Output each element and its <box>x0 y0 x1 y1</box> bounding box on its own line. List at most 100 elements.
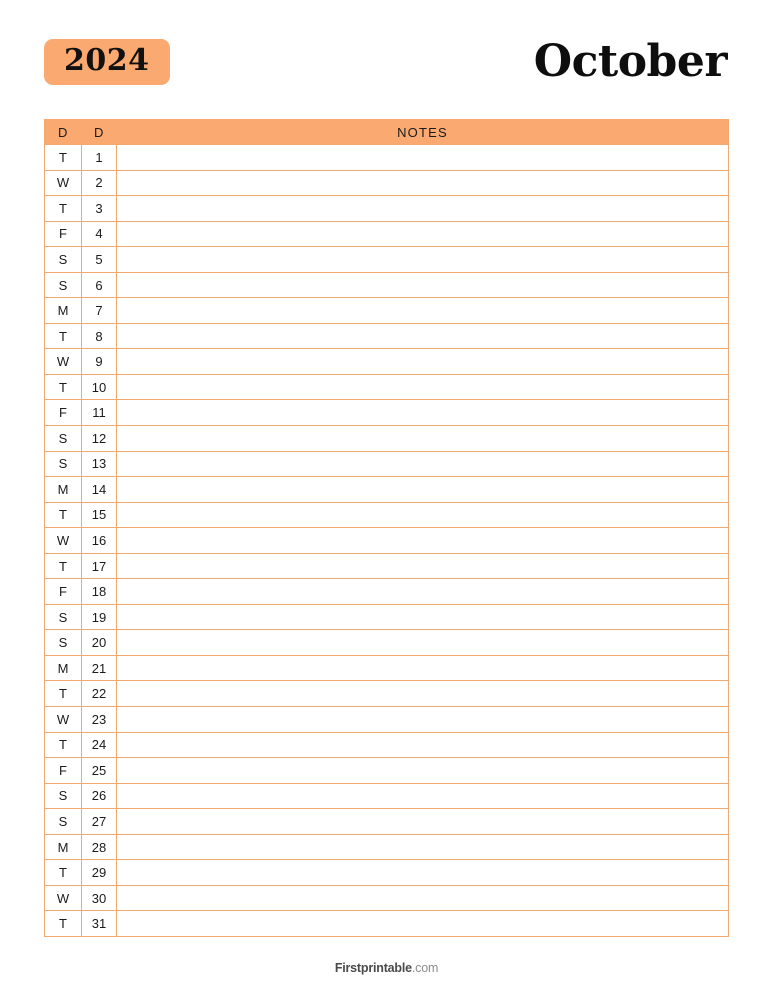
cell-day-of-week: T <box>45 860 82 885</box>
table-row: W2 <box>45 170 728 197</box>
page-header: 2024 October <box>44 34 729 90</box>
cell-notes[interactable] <box>117 579 728 604</box>
cell-day-of-week: M <box>45 477 82 502</box>
cell-date: 19 <box>82 604 117 630</box>
cell-notes[interactable] <box>117 171 728 196</box>
cell-notes[interactable] <box>117 630 728 655</box>
column-header-notes: NOTES <box>397 124 448 140</box>
cell-notes[interactable] <box>117 375 728 400</box>
cell-date: 6 <box>82 272 117 298</box>
table-row: M 28 <box>45 834 728 861</box>
cell-day-of-week: W <box>45 707 82 732</box>
cell-day-of-week: W <box>45 885 82 911</box>
cell-day-of-week: T <box>45 196 82 221</box>
cell-notes[interactable] <box>117 349 728 374</box>
cell-date: 24 <box>82 732 117 758</box>
footer-watermark: Firstprintable.com <box>0 961 773 975</box>
table-row: T8 <box>45 323 728 350</box>
cell-day-of-week: W <box>45 170 82 196</box>
table-row: S5 <box>45 247 728 273</box>
cell-day-of-week: T <box>45 911 82 936</box>
cell-notes[interactable] <box>117 426 728 451</box>
cell-notes[interactable] <box>117 707 728 732</box>
cell-notes[interactable] <box>117 528 728 553</box>
cell-date: 16 <box>82 528 117 553</box>
cell-day-of-week: S <box>45 630 82 655</box>
cell-notes[interactable] <box>117 860 728 885</box>
table-row: M7 <box>45 298 728 324</box>
cell-date: 9 <box>82 349 117 374</box>
cell-notes[interactable] <box>117 835 728 860</box>
cell-notes[interactable] <box>117 809 728 834</box>
cell-notes[interactable] <box>117 247 728 272</box>
cell-date: 2 <box>82 170 117 196</box>
cell-date: 13 <box>82 451 117 477</box>
cell-day-of-week: S <box>45 272 82 298</box>
cell-notes[interactable] <box>117 273 728 298</box>
table-body: T 1 W 2 T 3 F 4 S 5 S 6 M 7 T 8 W 9 T 10 F 11 S 12 S 13 M 14 T 15 W 16 T… <box>45 145 728 937</box>
cell-day-of-week: F <box>45 400 82 426</box>
table-row: W 23 <box>45 707 728 733</box>
cell-notes[interactable] <box>117 605 728 630</box>
cell-date: 29 <box>82 860 117 885</box>
table-row: F 18 <box>45 579 728 605</box>
cell-date: 22 <box>82 681 117 707</box>
cell-notes[interactable] <box>117 324 728 349</box>
cell-date: 7 <box>82 298 117 323</box>
table-row: F 25 <box>45 758 728 784</box>
cell-notes[interactable] <box>117 911 728 936</box>
cell-notes[interactable] <box>117 784 728 809</box>
cell-notes[interactable] <box>117 886 728 911</box>
cell-notes[interactable] <box>117 681 728 706</box>
cell-date: 8 <box>82 323 117 349</box>
table-row: S 26 <box>45 783 728 810</box>
footer-brand: Firstprintable <box>334 961 412 975</box>
cell-day-of-week: T <box>45 681 82 707</box>
cell-notes[interactable] <box>117 400 728 425</box>
cell-notes[interactable] <box>117 222 728 247</box>
cell-notes[interactable] <box>117 196 728 221</box>
cell-date: 14 <box>82 477 117 502</box>
table-row: M 21 <box>45 655 728 682</box>
cell-day-of-week: F <box>45 758 82 783</box>
table-header-row: D D NOTES <box>45 119 728 145</box>
cell-day-of-week: W <box>45 528 82 553</box>
cell-date: 10 <box>82 374 117 400</box>
table-row: T3 <box>45 196 728 222</box>
cell-day-of-week: T <box>45 502 82 528</box>
monthly-notes-table: D D NOTES T 1 W 2 T 3 F 4 S 5 S 6 M 7 T 8 W 9 T 10 F 11 S 12 S 13… <box>44 119 729 937</box>
cell-day-of-week: M <box>45 298 82 323</box>
cell-notes[interactable] <box>117 503 728 528</box>
cell-date: 17 <box>82 553 117 579</box>
cell-date: 30 <box>82 885 117 911</box>
cell-day-of-week: M <box>45 655 82 681</box>
footer-tld: .com <box>411 961 439 975</box>
table-row: W 30 <box>45 885 728 912</box>
cell-notes[interactable] <box>117 477 728 502</box>
cell-notes[interactable] <box>117 452 728 477</box>
table-row: T 29 <box>45 860 728 886</box>
table-row: T 10 <box>45 374 728 401</box>
cell-notes[interactable] <box>117 758 728 783</box>
cell-date: 28 <box>82 834 117 860</box>
table-row: S 27 <box>45 809 728 835</box>
table-row: W 16 <box>45 528 728 554</box>
cell-date: 23 <box>82 707 117 732</box>
cell-day-of-week: T <box>45 553 82 579</box>
cell-date: 26 <box>82 783 117 809</box>
cell-notes[interactable] <box>117 554 728 579</box>
cell-day-of-week: T <box>45 323 82 349</box>
table-row: T 22 <box>45 681 728 708</box>
table-row: S6 <box>45 272 728 299</box>
cell-notes[interactable] <box>117 656 728 681</box>
cell-notes[interactable] <box>117 145 728 170</box>
cell-day-of-week: S <box>45 426 82 451</box>
table-row: F4 <box>45 221 728 248</box>
cell-date: 4 <box>82 221 117 247</box>
table-row: S 12 <box>45 426 728 452</box>
table-row: T 31 <box>45 911 728 937</box>
cell-notes[interactable] <box>117 298 728 323</box>
cell-notes[interactable] <box>117 733 728 758</box>
cell-day-of-week: F <box>45 221 82 247</box>
cell-date: 27 <box>82 809 117 834</box>
